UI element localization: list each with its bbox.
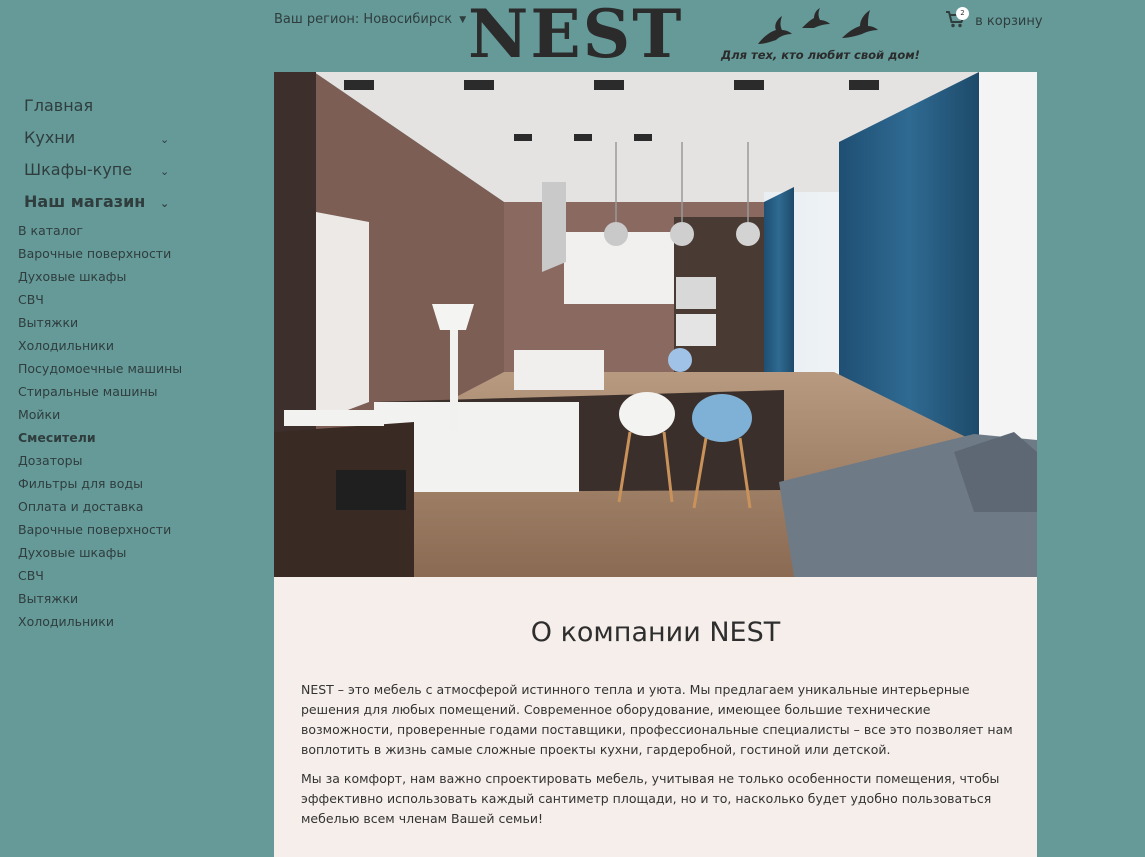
submenu-item[interactable]: СВЧ (0, 567, 260, 590)
region-value: Новосибирск (363, 12, 453, 27)
menu-item-wardrobes[interactable]: Шкафы-купе ⌄ (0, 160, 260, 192)
submenu-item[interactable]: Вытяжки (0, 314, 260, 337)
cart-link[interactable]: 2 в корзину (945, 7, 1043, 29)
about-section: О компании NEST NEST – это мебель с атмо… (274, 577, 1037, 857)
menu-item-label: Наш магазин (24, 192, 146, 211)
kitchen-interior-illustration (274, 72, 1037, 577)
menu-item-home[interactable]: Главная (0, 96, 260, 128)
menu-item-our-store[interactable]: Наш магазин ⌄ (0, 192, 260, 224)
cart-icon: 2 (945, 7, 969, 28)
about-paragraph-2: Мы за комфорт, нам важно спроектировать … (301, 771, 1000, 826)
hero-interior-image (274, 72, 1037, 577)
submenu-item[interactable]: Варочные поверхности (0, 245, 260, 268)
submenu-item[interactable]: В каталог (0, 222, 260, 245)
birds-logo-icon (758, 8, 878, 44)
about-paragraph-1: NEST – это мебель с атмосферой истинного… (301, 682, 1013, 757)
submenu-item[interactable]: Вытяжки (0, 590, 260, 613)
region-label: Ваш регион: (274, 12, 360, 27)
logo-wordmark: NEST (468, 0, 684, 73)
sidebar-nav: Главная Кухни ⌄ Шкафы-купе ⌄ Наш магазин… (0, 96, 260, 636)
menu-item-label: Кухни (24, 128, 76, 147)
menu-item-label: Шкафы-купе (24, 160, 133, 179)
menu-item-label: Главная (24, 96, 94, 115)
logo-tagline: Для тех, кто любит свой дом! (721, 48, 920, 62)
chevron-down-icon[interactable]: ⌄ (160, 194, 169, 214)
chevron-down-icon[interactable]: ⌄ (160, 162, 169, 182)
submenu-item-active[interactable]: Смесители (0, 429, 260, 452)
menu-item-kitchens[interactable]: Кухни ⌄ (0, 128, 260, 160)
submenu-item[interactable]: Дозаторы (0, 452, 260, 475)
caret-down-icon: ▼ (459, 15, 467, 25)
submenu-item[interactable]: Фильтры для воды (0, 475, 260, 498)
submenu-item[interactable]: Духовые шкафы (0, 544, 260, 567)
site-logo[interactable]: NEST Для тех, кто любит свой дом! (468, 0, 920, 73)
submenu-item[interactable]: Холодильники (0, 337, 260, 360)
submenu-item[interactable]: Посудомоечные машины (0, 360, 260, 383)
chevron-down-icon[interactable]: ⌄ (160, 130, 169, 150)
submenu-item[interactable]: Оплата и доставка (0, 498, 260, 521)
submenu-list: В каталог Варочные поверхности Духовые ш… (0, 222, 260, 636)
cart-label: в корзину (975, 14, 1043, 29)
submenu-item[interactable]: Стиральные машины (0, 383, 260, 406)
region-selector[interactable]: Ваш регион: Новосибирск ▼ (274, 12, 466, 27)
submenu-item[interactable]: Холодильники (0, 613, 260, 636)
cart-count-badge: 2 (956, 7, 969, 20)
submenu-item[interactable]: Духовые шкафы (0, 268, 260, 291)
submenu-item[interactable]: Мойки (0, 406, 260, 429)
page-title: О компании NEST (530, 617, 781, 648)
submenu-item[interactable]: Варочные поверхности (0, 521, 260, 544)
submenu-item[interactable]: СВЧ (0, 291, 260, 314)
